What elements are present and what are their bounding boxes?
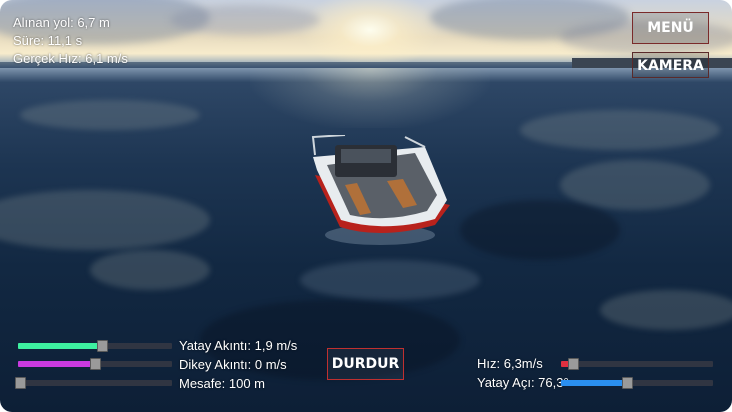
slider-handle[interactable]: [568, 358, 579, 370]
slider-fill: [18, 361, 96, 367]
time-readout: Süre: 11,1 s: [13, 33, 83, 48]
menu-button[interactable]: MENÜ: [632, 12, 709, 44]
slider-fill: [18, 343, 103, 349]
slider-track: [561, 361, 713, 367]
camera-button[interactable]: KAMERA: [632, 52, 709, 78]
stop-button[interactable]: DURDUR: [327, 348, 404, 380]
speed-slider[interactable]: [561, 358, 713, 370]
boat: [311, 135, 450, 245]
wave: [300, 260, 480, 300]
horizontal-angle-label: Yatay Açı: 76,3°: [477, 375, 569, 390]
horizontal-angle-slider[interactable]: [561, 377, 713, 389]
distance-slider[interactable]: [15, 377, 172, 389]
slider-track: [15, 380, 172, 386]
sun: [300, 0, 440, 70]
vertical-current-slider[interactable]: [18, 358, 172, 370]
slider-handle[interactable]: [15, 377, 26, 389]
speed-label: Hız: 6,3m/s: [477, 356, 543, 371]
real-speed-readout: Gerçek Hız: 6,1 m/s: [13, 51, 128, 66]
horizontal-current-label: Yatay Akıntı: 1,9 m/s: [179, 338, 298, 353]
vertical-current-label: Dikey Akıntı: 0 m/s: [179, 357, 287, 372]
slider-handle[interactable]: [90, 358, 101, 370]
cloud: [170, 5, 320, 35]
slider-fill: [561, 380, 628, 386]
wave: [90, 250, 210, 290]
sun-glare: [250, 68, 490, 128]
wave: [520, 110, 720, 150]
wave: [560, 160, 710, 210]
wave: [600, 290, 732, 330]
wave: [0, 190, 210, 250]
game-viewport: Alınan yol: 6,7 m Süre: 11,1 s Gerçek Hı…: [0, 0, 732, 412]
wave: [20, 100, 200, 130]
distance-label: Mesafe: 100 m: [179, 376, 265, 391]
slider-handle[interactable]: [622, 377, 633, 389]
slider-handle[interactable]: [97, 340, 108, 352]
distance-readout: Alınan yol: 6,7 m: [13, 15, 110, 30]
horizontal-current-slider[interactable]: [18, 340, 172, 352]
wave: [460, 200, 620, 260]
